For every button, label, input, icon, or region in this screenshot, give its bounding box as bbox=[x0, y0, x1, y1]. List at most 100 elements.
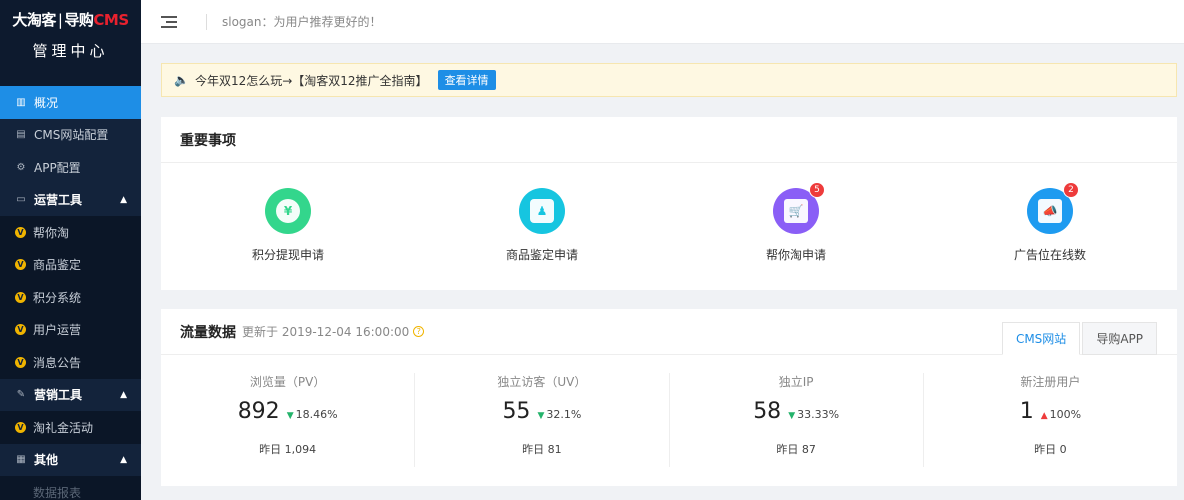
stat-value: 55 bbox=[502, 399, 531, 424]
quick-item-points-withdraw[interactable]: ¥ 积分提现申请 bbox=[161, 163, 415, 290]
notice-text[interactable]: 今年双12怎么玩→【淘客双12推广全指南】 bbox=[195, 72, 428, 89]
v-badge-icon: V bbox=[15, 356, 26, 368]
sidebar-item-cms-config[interactable]: ▤ CMS网站配置 bbox=[0, 119, 141, 152]
sidebar-item-bangnitao[interactable]: V 帮你淘 bbox=[0, 216, 141, 249]
quick-item-label: 商品鉴定申请 bbox=[505, 248, 578, 262]
quick-item-label: 积分提现申请 bbox=[251, 248, 324, 262]
quick-item-label: 广告位在线数 bbox=[1013, 248, 1086, 262]
megaphone-icon: 📣 2 bbox=[1027, 182, 1079, 234]
chevron-up-icon: ▲ bbox=[120, 194, 127, 205]
sidebar-group-marketing[interactable]: ✎ 营销工具 ▲ bbox=[0, 379, 141, 412]
sidebar-item-product-verify[interactable]: V 商品鉴定 bbox=[0, 248, 141, 281]
v-badge-icon: V bbox=[15, 291, 26, 303]
sidebar-item-label: 其他 bbox=[34, 453, 59, 468]
v-badge-icon: V bbox=[15, 421, 26, 433]
gear-icon: ⚙ bbox=[16, 161, 26, 173]
quick-item-bangnitao[interactable]: 🛒 5 帮你淘申请 bbox=[669, 163, 923, 290]
notice-bar: 🔈 今年双12怎么玩→【淘客双12推广全指南】 查看详情 bbox=[161, 63, 1177, 97]
sidebar-item-points-system[interactable]: V 积分系统 bbox=[0, 281, 141, 314]
v-badge-icon: V bbox=[15, 226, 26, 238]
sidebar-item-reports[interactable]: 数据报表 bbox=[0, 476, 141, 500]
quick-item-ad-slots[interactable]: 📣 2 广告位在线数 bbox=[923, 163, 1177, 290]
chevron-up-icon: ▲ bbox=[120, 454, 127, 465]
stat-ip: 独立IP 58 ▼ 33.33% 昨日 87 bbox=[670, 373, 924, 467]
stat-change: ▼ 33.33% bbox=[788, 408, 840, 421]
speaker-icon: 🔈 bbox=[174, 73, 189, 87]
sidebar-item-label: 积分系统 bbox=[33, 290, 82, 305]
sidebar-item-label: 商品鉴定 bbox=[33, 258, 82, 273]
stat-change: ▲ 100% bbox=[1040, 408, 1082, 421]
brand-header: 大淘客 | 导购CMS 管理中心 bbox=[0, 0, 141, 86]
arrow-down-icon: ▼ bbox=[537, 411, 545, 421]
v-badge-icon: V bbox=[15, 324, 26, 336]
stat-yesterday: 昨日 87 bbox=[776, 443, 816, 456]
stat-value: 58 bbox=[753, 399, 782, 424]
chevron-up-icon: ▲ bbox=[120, 389, 127, 400]
panel-header: 流量数据 更新于 2019-12-04 16:00:00 ? CMS网站 导购A… bbox=[161, 309, 1177, 355]
stamp-icon: ♟ bbox=[519, 188, 565, 234]
yen-coin-icon: ¥ bbox=[265, 188, 311, 234]
quick-item-product-verify[interactable]: ♟ 商品鉴定申请 bbox=[415, 163, 669, 290]
monitor-icon: ▭ bbox=[16, 194, 26, 206]
stat-yesterday: 昨日 1,094 bbox=[259, 443, 317, 456]
tab-cms-site[interactable]: CMS网站 bbox=[1001, 322, 1081, 355]
stat-pv: 浏览量（PV） 892 ▼ 18.46% 昨日 1,094 bbox=[161, 373, 416, 467]
cart-icon: 🛒 5 bbox=[773, 182, 825, 234]
stat-yesterday: 昨日 81 bbox=[522, 443, 562, 456]
view-details-button[interactable]: 查看详情 bbox=[437, 70, 496, 90]
top-bar: slogan：为用户推荐更好的！ bbox=[141, 0, 1184, 44]
sidebar-item-taolijin[interactable]: V 淘礼金活动 bbox=[0, 411, 141, 444]
sidebar-item-label: 数据报表 bbox=[33, 485, 82, 500]
sidebar-item-label: 帮你淘 bbox=[33, 225, 70, 240]
panel-title: 流量数据 bbox=[180, 324, 236, 341]
menu-toggle-icon[interactable] bbox=[161, 15, 177, 28]
sidebar-item-announcements[interactable]: V 消息公告 bbox=[0, 346, 141, 379]
sidebar-item-label: 淘礼金活动 bbox=[33, 420, 94, 435]
sidebar-item-user-ops[interactable]: V 用户运营 bbox=[0, 313, 141, 346]
help-icon[interactable]: ? bbox=[413, 326, 425, 337]
sidebar-item-label: 消息公告 bbox=[33, 355, 82, 370]
arrow-down-icon: ▼ bbox=[286, 411, 294, 421]
stats-row: 浏览量（PV） 892 ▼ 18.46% 昨日 1,094 独立访客（UV） 55… bbox=[161, 355, 1177, 485]
sidebar-group-other[interactable]: ▦ 其他 ▲ bbox=[0, 444, 141, 477]
count-badge: 2 bbox=[1063, 182, 1079, 198]
quick-item-label: 帮你淘申请 bbox=[765, 248, 826, 262]
chart-icon: ▥ bbox=[16, 96, 26, 108]
sidebar-item-app-config[interactable]: ⚙ APP配置 bbox=[0, 151, 141, 184]
sidebar-item-overview[interactable]: ▥ 概况 bbox=[0, 86, 141, 119]
arrow-up-icon: ▲ bbox=[1040, 411, 1048, 421]
panel-title: 重要事项 bbox=[180, 132, 236, 149]
traffic-tabs: CMS网站 导购APP bbox=[1000, 322, 1157, 355]
sidebar-item-label: 用户运营 bbox=[33, 323, 82, 338]
sidebar-group-operations[interactable]: ▭ 运营工具 ▲ bbox=[0, 184, 141, 217]
stat-change: ▼ 32.1% bbox=[537, 408, 582, 421]
stat-value: 892 bbox=[237, 399, 280, 424]
traffic-panel: 流量数据 更新于 2019-12-04 16:00:00 ? CMS网站 导购A… bbox=[161, 309, 1177, 486]
count-badge: 5 bbox=[809, 182, 825, 198]
tab-app[interactable]: 导购APP bbox=[1082, 322, 1157, 355]
blank-icon bbox=[15, 487, 26, 498]
sidebar-item-label: 营销工具 bbox=[34, 388, 83, 403]
stat-yesterday: 昨日 0 bbox=[1034, 443, 1067, 456]
stat-value: 1 bbox=[1019, 399, 1034, 424]
document-icon: ▤ bbox=[16, 129, 26, 141]
sidebar-item-label: 概况 bbox=[34, 95, 59, 110]
arrow-down-icon: ▼ bbox=[788, 411, 796, 421]
stat-new-users: 新注册用户 1 ▲ 100% 昨日 0 bbox=[924, 373, 1177, 467]
sidebar: 大淘客 | 导购CMS 管理中心 ▥ 概况 ▤ CMS网站配置 ⚙ APP配置 ▭ … bbox=[0, 0, 141, 500]
brand-subtitle: 管理中心 bbox=[32, 42, 109, 60]
panel-header: 重要事项 bbox=[161, 117, 1177, 163]
quick-actions: ¥ 积分提现申请 ♟ 商品鉴定申请 🛒 5 帮你淘申请 📣 2 广告位在线数 bbox=[161, 163, 1177, 290]
divider bbox=[206, 13, 207, 30]
sidebar-item-label: CMS网站配置 bbox=[34, 128, 109, 143]
stat-uv: 独立访客（UV） 55 ▼ 32.1% 昨日 81 bbox=[415, 373, 670, 467]
logo[interactable]: 大淘客 | 导购CMS bbox=[0, 9, 141, 30]
slogan: slogan：为用户推荐更好的！ bbox=[222, 15, 382, 29]
v-badge-icon: V bbox=[15, 259, 26, 271]
grid-icon: ▦ bbox=[16, 454, 26, 466]
sidebar-item-label: 运营工具 bbox=[34, 193, 83, 208]
sidebar-item-label: APP配置 bbox=[34, 160, 81, 175]
important-panel: 重要事项 ¥ 积分提现申请 ♟ 商品鉴定申请 🛒 5 帮你淘申请 📣 2 广告位… bbox=[161, 117, 1177, 290]
wrench-icon: ✎ bbox=[16, 389, 26, 401]
stat-change: ▼ 18.46% bbox=[286, 408, 338, 421]
